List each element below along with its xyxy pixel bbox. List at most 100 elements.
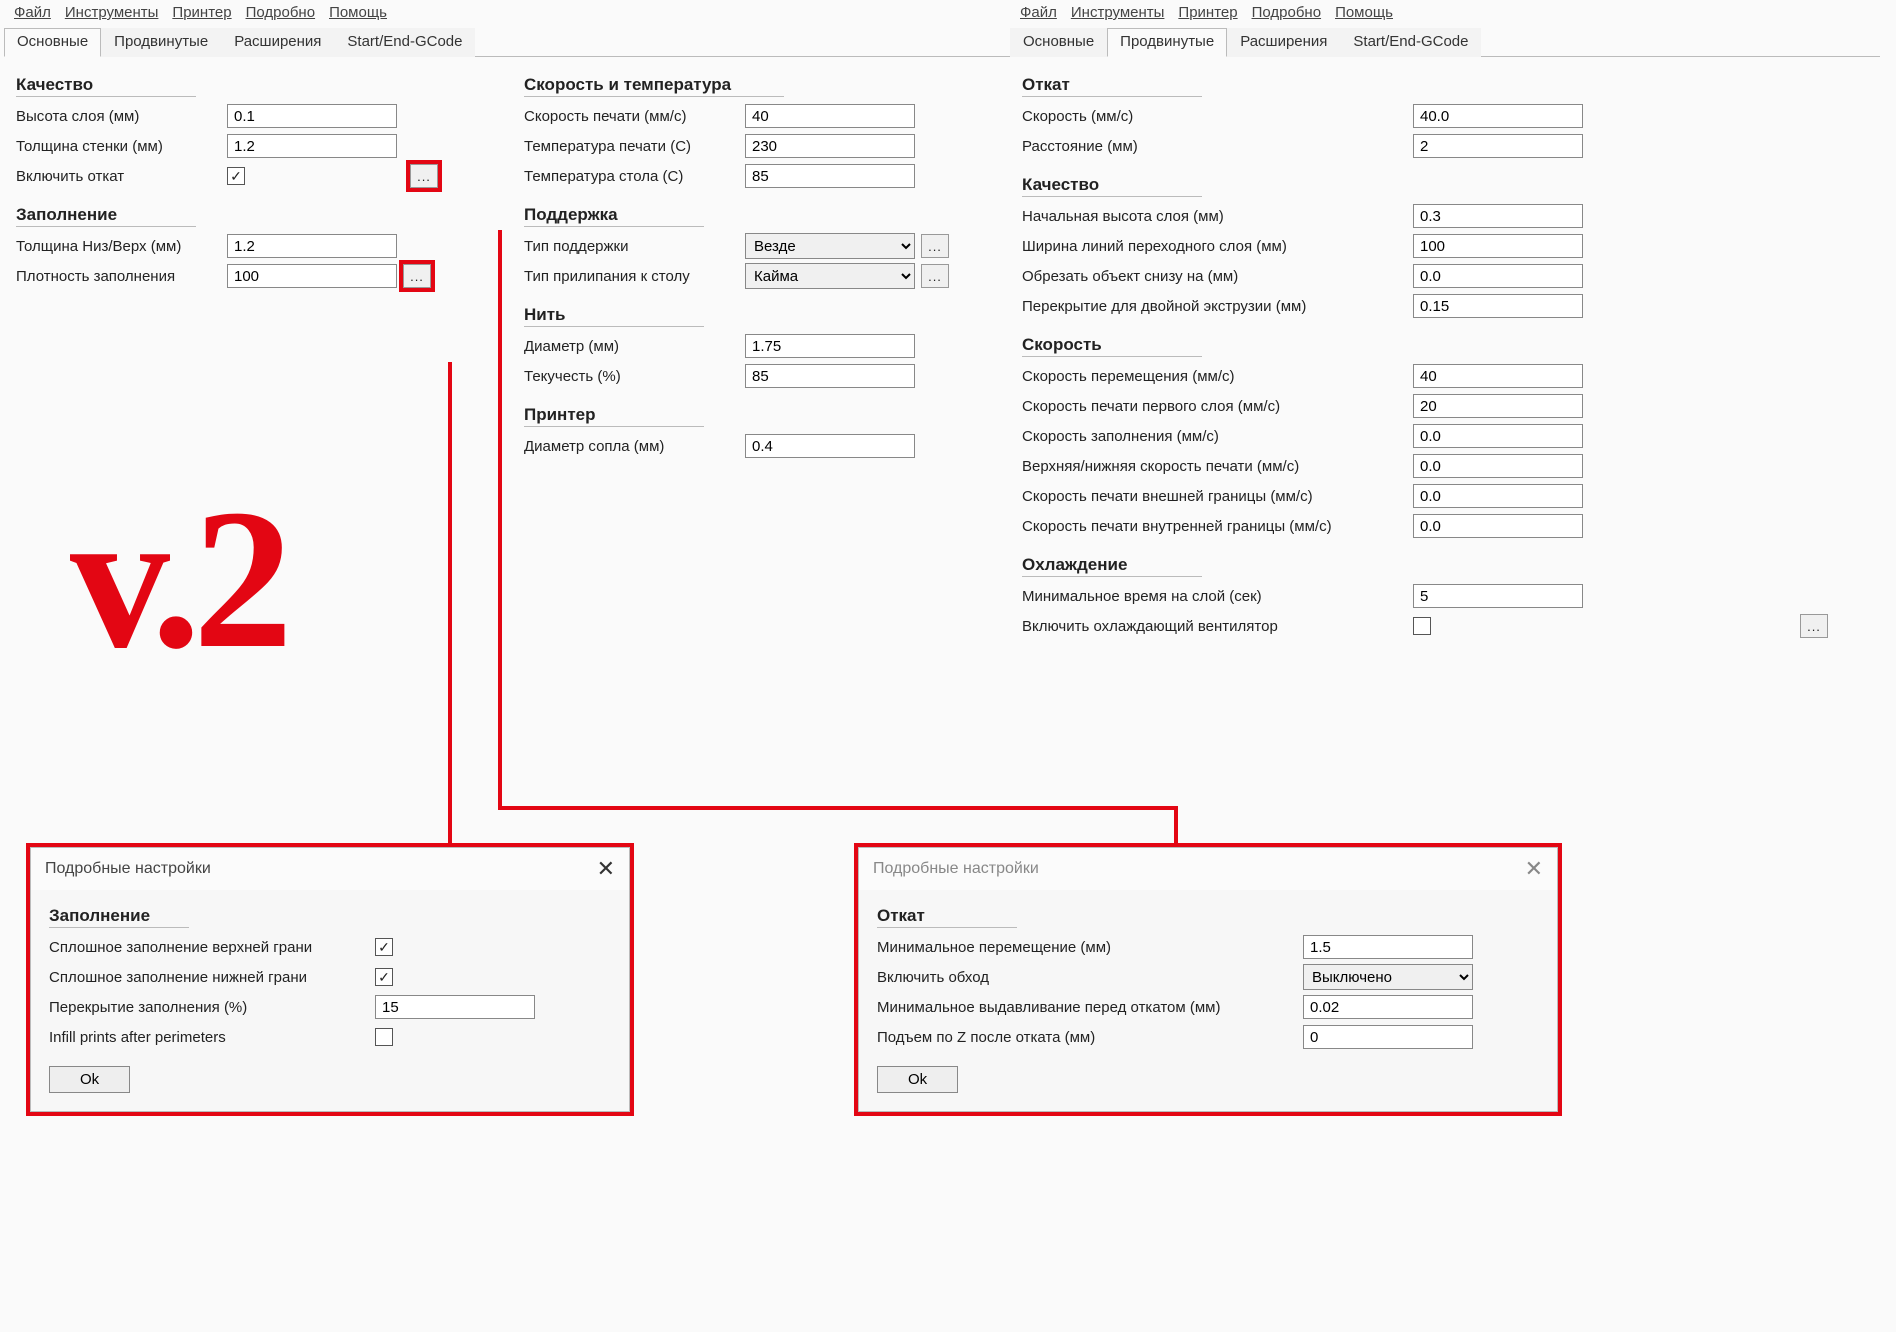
fill-details-button[interactable]: ... — [403, 264, 431, 288]
menu-detail[interactable]: Подробно — [246, 4, 315, 21]
label-solid-top: Сплошное заполнение верхней грани — [49, 939, 369, 956]
select-support-type[interactable]: Везде — [745, 233, 915, 259]
input-nozzle-diameter[interactable] — [745, 434, 915, 458]
input-infill-overlap[interactable] — [375, 995, 535, 1019]
checkbox-enable-fan[interactable] — [1413, 617, 1431, 635]
label-line-width: Ширина линий переходного слоя (мм) — [1022, 238, 1407, 255]
input-filament-diameter[interactable] — [745, 334, 915, 358]
annotation-line — [498, 806, 1178, 810]
input-first-layer-speed[interactable] — [1413, 394, 1583, 418]
input-min-extrude[interactable] — [1303, 995, 1473, 1019]
label-adhesion-type: Тип прилипания к столу — [524, 268, 739, 285]
section-retract: Откат — [1022, 75, 1202, 97]
dialog-retract-title: Подробные настройки — [873, 860, 1039, 878]
tab-advanced-r[interactable]: Продвинутые — [1107, 28, 1227, 57]
label-first-layer-speed: Скорость печати первого слоя (мм/с) — [1022, 398, 1407, 415]
input-infill-speed[interactable] — [1413, 424, 1583, 448]
input-print-speed[interactable] — [745, 104, 915, 128]
input-cut-bottom[interactable] — [1413, 264, 1583, 288]
label-print-temp: Температура печати (С) — [524, 138, 739, 155]
input-dual-overlap[interactable] — [1413, 294, 1583, 318]
label-print-speed: Скорость печати (мм/с) — [524, 108, 739, 125]
menu-file-r[interactable]: Файл — [1020, 4, 1057, 21]
support-details-button[interactable]: ... — [921, 234, 949, 258]
label-enable-retract: Включить откат — [16, 168, 221, 185]
input-fill-density[interactable] — [227, 264, 397, 288]
menu-tools-r[interactable]: Инструменты — [1071, 4, 1165, 21]
tab-extensions-r[interactable]: Расширения — [1227, 28, 1340, 57]
input-z-hop[interactable] — [1303, 1025, 1473, 1049]
input-wall-thickness[interactable] — [227, 134, 397, 158]
input-outer-speed[interactable] — [1413, 484, 1583, 508]
select-combing[interactable]: Выключено — [1303, 964, 1473, 990]
label-z-hop: Подъем по Z после отката (мм) — [877, 1029, 1297, 1046]
section-cooling: Охлаждение — [1022, 555, 1202, 577]
tabs-left: Основные Продвинутые Расширения Start/En… — [4, 27, 1010, 57]
input-topbot-speed[interactable] — [1413, 454, 1583, 478]
input-retract-distance[interactable] — [1413, 134, 1583, 158]
version-overlay: v.2 — [70, 465, 285, 694]
tab-advanced[interactable]: Продвинутые — [101, 28, 221, 57]
label-filament-diameter: Диаметр (мм) — [524, 338, 739, 355]
label-combing: Включить обход — [877, 969, 1297, 986]
input-min-layer-time[interactable] — [1413, 584, 1583, 608]
menu-detail-r[interactable]: Подробно — [1252, 4, 1321, 21]
label-min-travel: Минимальное перемещение (мм) — [877, 939, 1297, 956]
input-inner-speed[interactable] — [1413, 514, 1583, 538]
label-dual-overlap: Перекрытие для двойной экструзии (мм) — [1022, 298, 1407, 315]
label-retract-speed: Скорость (мм/с) — [1022, 108, 1407, 125]
input-print-temp[interactable] — [745, 134, 915, 158]
label-infill-after-perimeters: Infill prints after perimeters — [49, 1029, 369, 1046]
menubar-right: Файл Инструменты Принтер Подробно Помощь — [1010, 0, 1880, 25]
ok-button[interactable]: Ok — [49, 1066, 130, 1093]
adhesion-details-button[interactable]: ... — [921, 264, 949, 288]
checkbox-solid-top[interactable]: ✓ — [375, 938, 393, 956]
section-fill: Заполнение — [16, 205, 196, 227]
section-speed-adv: Скорость — [1022, 335, 1202, 357]
label-infill-speed: Скорость заполнения (мм/с) — [1022, 428, 1407, 445]
menu-help-r[interactable]: Помощь — [1335, 4, 1393, 21]
tab-gcode-r[interactable]: Start/End-GCode — [1340, 28, 1481, 57]
input-topbot-thickness[interactable] — [227, 234, 397, 258]
close-icon[interactable]: ✕ — [597, 856, 615, 882]
menu-tools[interactable]: Инструменты — [65, 4, 159, 21]
input-line-width[interactable] — [1413, 234, 1583, 258]
checkbox-infill-after-perimeters[interactable] — [375, 1028, 393, 1046]
tab-basic-r[interactable]: Основные — [1010, 28, 1107, 57]
ok-button[interactable]: Ok — [877, 1066, 958, 1093]
annotation-line — [1174, 806, 1178, 850]
label-min-extrude: Минимальное выдавливание перед откатом (… — [877, 999, 1297, 1016]
input-travel-speed[interactable] — [1413, 364, 1583, 388]
label-travel-speed: Скорость перемещения (мм/с) — [1022, 368, 1407, 385]
retract-details-button[interactable]: ... — [410, 164, 438, 188]
label-min-layer-time: Минимальное время на слой (сек) — [1022, 588, 1407, 605]
dialog-fill-section: Заполнение — [49, 906, 189, 928]
checkbox-solid-bottom[interactable]: ✓ — [375, 968, 393, 986]
label-nozzle-diameter: Диаметр сопла (мм) — [524, 438, 739, 455]
input-layer-height[interactable] — [227, 104, 397, 128]
label-topbot-speed: Верхняя/нижняя скорость печати (мм/с) — [1022, 458, 1407, 475]
menu-file[interactable]: Файл — [14, 4, 51, 21]
select-adhesion-type[interactable]: Кайма — [745, 263, 915, 289]
label-inner-speed: Скорость печати внутренней границы (мм/с… — [1022, 518, 1407, 535]
input-init-layer[interactable] — [1413, 204, 1583, 228]
close-icon[interactable]: ✕ — [1525, 856, 1543, 882]
checkbox-enable-retract[interactable]: ✓ — [227, 167, 245, 185]
menu-help[interactable]: Помощь — [329, 4, 387, 21]
label-fill-density: Плотность заполнения — [16, 268, 221, 285]
input-bed-temp[interactable] — [745, 164, 915, 188]
label-infill-overlap: Перекрытие заполнения (%) — [49, 999, 369, 1016]
fan-details-button[interactable]: ... — [1800, 614, 1828, 638]
menu-printer[interactable]: Принтер — [172, 4, 231, 21]
label-wall-thickness: Толщина стенки (мм) — [16, 138, 221, 155]
input-min-travel[interactable] — [1303, 935, 1473, 959]
label-solid-bottom: Сплошное заполнение нижней грани — [49, 969, 369, 986]
tab-basic[interactable]: Основные — [4, 28, 101, 57]
menu-printer-r[interactable]: Принтер — [1178, 4, 1237, 21]
tab-extensions[interactable]: Расширения — [221, 28, 334, 57]
tab-gcode[interactable]: Start/End-GCode — [334, 28, 475, 57]
section-support: Поддержка — [524, 205, 704, 227]
label-support-type: Тип поддержки — [524, 238, 739, 255]
input-flow[interactable] — [745, 364, 915, 388]
input-retract-speed[interactable] — [1413, 104, 1583, 128]
